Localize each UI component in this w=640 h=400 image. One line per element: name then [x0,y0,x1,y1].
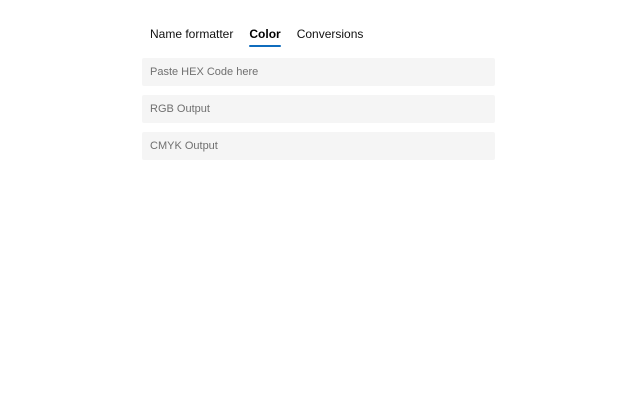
tab-color[interactable]: Color [249,27,282,47]
color-tool-panel: Name formatter Color Conversions [0,0,640,400]
tab-name-formatter[interactable]: Name formatter [150,27,233,42]
rgb-output-field[interactable] [142,95,495,123]
tab-bar: Name formatter Color Conversions [150,27,363,51]
cmyk-output-field[interactable] [142,132,495,160]
tab-conversions[interactable]: Conversions [297,27,364,42]
color-fields [142,58,495,169]
hex-code-input[interactable] [142,58,495,86]
